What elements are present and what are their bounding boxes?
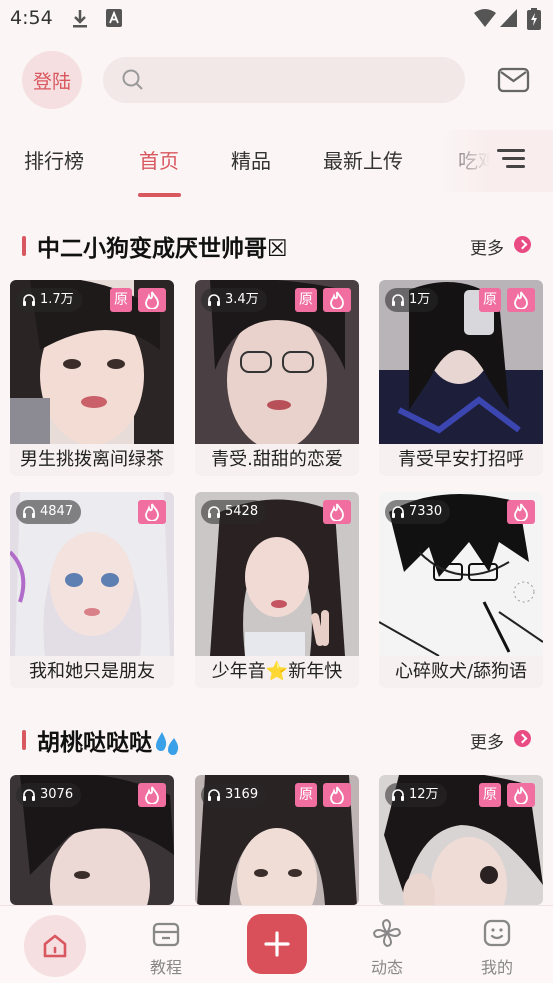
play-count: 12万	[385, 783, 447, 807]
menu-icon[interactable]	[497, 149, 527, 169]
section-title: 中二小狗变成厌世帅哥☒	[37, 236, 288, 262]
play-count: 1.7万	[16, 288, 82, 312]
play-count-value: 7330	[409, 504, 443, 519]
tab-featured[interactable]: 精品	[231, 145, 271, 174]
fire-icon	[323, 783, 351, 807]
play-count: 1万	[385, 288, 439, 312]
play-count-value: 12万	[409, 787, 439, 802]
headphones-icon	[392, 294, 404, 306]
nav-feed[interactable]: 动态	[342, 905, 432, 983]
headphones-icon	[208, 506, 220, 518]
wifi-icon	[474, 9, 496, 27]
nav-mine[interactable]: 我的	[452, 905, 542, 983]
play-count-value: 1万	[409, 292, 431, 307]
section-title: 胡桃哒哒哒	[37, 723, 184, 758]
card-caption: 男生挑拨离间绿茶	[10, 444, 174, 476]
play-count: 7330	[385, 500, 451, 524]
tab-ranking[interactable]: 排行榜	[24, 145, 84, 174]
search-icon	[122, 69, 143, 90]
headphones-icon	[208, 789, 220, 801]
original-badge: 原	[295, 783, 317, 807]
pinwheel-icon	[372, 918, 402, 948]
card-caption: 青受.甜甜的恋爱	[195, 444, 359, 476]
headphones-icon	[23, 294, 35, 306]
original-badge: 原	[110, 288, 132, 312]
download-icon	[73, 10, 87, 28]
section-accent-bar	[22, 236, 26, 256]
fire-icon	[323, 288, 351, 312]
play-count: 3169	[201, 783, 267, 807]
fire-icon	[507, 288, 535, 312]
search-input[interactable]	[103, 57, 465, 103]
box-icon	[152, 922, 180, 947]
sweat-drops-icon	[156, 731, 179, 755]
fire-icon	[138, 783, 166, 807]
headphones-icon	[23, 789, 35, 801]
play-count: 4847	[16, 500, 82, 524]
audio-card[interactable]: 5428 少年音⭐新年快	[195, 492, 359, 688]
audio-card[interactable]: 1万 原 青受早安打招呼	[379, 280, 543, 476]
more-arrow-icon[interactable]	[514, 236, 531, 253]
fire-icon	[507, 783, 535, 807]
audio-card[interactable]: 3.4万 原 青受.甜甜的恋爱	[195, 280, 359, 476]
play-count-value: 1.7万	[40, 292, 74, 307]
play-count-value: 4847	[40, 504, 74, 519]
signal-icon	[500, 9, 517, 27]
active-tab-indicator	[138, 193, 181, 197]
card-caption: 我和她只是朋友	[10, 656, 174, 688]
battery-icon	[527, 8, 541, 30]
nav-label: 我的	[480, 958, 513, 977]
play-count: 3.4万	[201, 288, 267, 312]
audio-card[interactable]: 7330 心碎败犬/舔狗语	[379, 492, 543, 688]
fire-icon	[138, 288, 166, 312]
status-bar: 4:54	[0, 0, 553, 38]
fire-icon	[507, 500, 535, 524]
create-button[interactable]	[247, 914, 307, 974]
fire-icon	[323, 500, 351, 524]
section-header: 中二小狗变成厌世帅哥☒ 更多	[0, 228, 553, 262]
home-icon	[43, 934, 67, 958]
audio-card[interactable]: 3169 原	[195, 775, 359, 905]
headphones-icon	[392, 789, 404, 801]
play-count: 3076	[16, 783, 82, 807]
original-badge: 原	[295, 288, 317, 312]
audio-card[interactable]: 3076	[10, 775, 174, 905]
card-caption: 少年音⭐新年快	[195, 656, 359, 688]
nav-tutorial[interactable]: 教程	[121, 905, 211, 983]
play-count: 5428	[201, 500, 267, 524]
nav-label: 动态	[370, 958, 403, 977]
smile-icon	[483, 919, 511, 947]
original-badge: 原	[479, 783, 501, 807]
nav-home[interactable]	[24, 915, 86, 977]
section-accent-bar	[22, 730, 26, 750]
login-button[interactable]: 登陆	[22, 51, 82, 109]
plus-icon	[264, 931, 290, 957]
fire-icon	[138, 500, 166, 524]
play-count-value: 5428	[225, 504, 259, 519]
headphones-icon	[392, 506, 404, 518]
more-link[interactable]: 更多	[470, 728, 504, 753]
nav-label: 教程	[149, 958, 182, 977]
more-link[interactable]: 更多	[470, 234, 504, 259]
section-title-text: 胡桃哒哒哒	[37, 730, 152, 756]
play-count-value: 3.4万	[225, 292, 259, 307]
font-a-icon	[106, 9, 122, 27]
play-count-value: 3169	[225, 787, 259, 802]
card-caption: 青受早安打招呼	[379, 444, 543, 476]
play-count-value: 3076	[40, 787, 74, 802]
section-header: 胡桃哒哒哒 更多	[0, 722, 553, 756]
headphones-icon	[208, 294, 220, 306]
mail-icon[interactable]	[497, 66, 531, 94]
tab-home[interactable]: 首页	[139, 145, 179, 174]
headphones-icon	[23, 506, 35, 518]
audio-card[interactable]: 1.7万 原 男生挑拨离间绿茶	[10, 280, 174, 476]
audio-card[interactable]: 4847 我和她只是朋友	[10, 492, 174, 688]
more-arrow-icon[interactable]	[514, 730, 531, 747]
audio-card[interactable]: 12万 原	[379, 775, 543, 905]
tab-latest-upload[interactable]: 最新上传	[323, 145, 403, 174]
original-badge: 原	[479, 288, 501, 312]
status-time: 4:54	[10, 7, 53, 29]
card-caption: 心碎败犬/舔狗语	[379, 656, 543, 688]
